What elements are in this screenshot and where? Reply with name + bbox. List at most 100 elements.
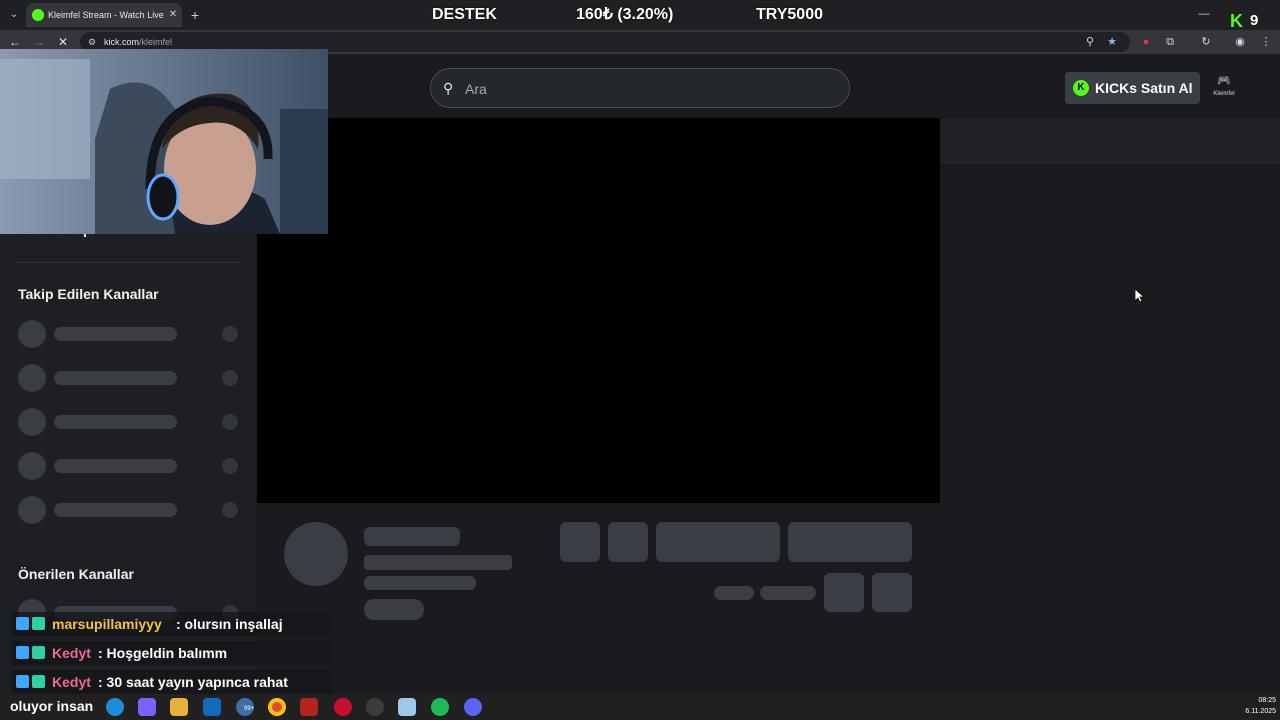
user-profile-button[interactable]: 🎮 Kleimfel xyxy=(1206,72,1242,104)
channel-skeleton-row xyxy=(18,451,240,481)
viewer-count-skeleton xyxy=(714,586,754,600)
profile-username: Kleimfel xyxy=(1213,91,1235,97)
buy-kicks-label: KICKs Satın Al xyxy=(1095,80,1193,96)
donation-goal: TRY5000 xyxy=(756,6,823,23)
url-path: /kleimfel xyxy=(139,37,173,47)
url-host: kick.com xyxy=(104,37,140,47)
skeleton-name xyxy=(54,371,177,385)
chat-message: marsupillamiyyy : olursın inşallaj xyxy=(12,612,332,636)
browser-tab[interactable]: Kleimfel Stream - Watch Live o ✕ xyxy=(26,3,182,27)
browser-tab-bar: ⌄ Kleimfel Stream - Watch Live o ✕ + DES… xyxy=(0,0,1280,30)
obs-app-icon[interactable] xyxy=(300,698,318,716)
extension-shield-icon[interactable]: ● xyxy=(1138,34,1154,50)
skeleton-avatar xyxy=(18,408,46,436)
url-text: kick.com/kleimfel xyxy=(104,35,304,49)
discord-icon[interactable] xyxy=(464,698,482,716)
site-info-icon[interactable]: ⚙ xyxy=(88,36,98,48)
video-player[interactable] xyxy=(257,118,940,503)
buy-kicks-button[interactable]: K KICKs Satın Al xyxy=(1065,72,1200,104)
channel-skeleton-row xyxy=(18,363,240,393)
skeleton-avatar xyxy=(18,496,46,524)
channel-skeleton-row xyxy=(18,319,240,349)
search-icon: ⚲ xyxy=(443,80,454,96)
zoom-icon[interactable]: ⚲ xyxy=(1082,34,1098,50)
chat-message: Kedyt : 30 saat yayın yapınca rahat xyxy=(12,670,332,694)
game-launcher-icon[interactable] xyxy=(334,698,352,716)
search-placeholder: Ara xyxy=(465,81,487,97)
chat-panel-header xyxy=(940,118,1280,164)
mail-badge: 99+ xyxy=(244,706,255,712)
chat-text: : Hoşgeldin balımm xyxy=(98,645,228,661)
skeleton-status xyxy=(222,458,238,474)
mouse-cursor-icon xyxy=(1135,289,1145,303)
spotify-icon[interactable] xyxy=(431,698,449,716)
streamer-name-skeleton xyxy=(364,527,460,546)
chat-username: Kedyt xyxy=(52,645,91,661)
chat-overlay-fragment: oluyor insan xyxy=(10,698,94,714)
chat-username: marsupillamiyyy xyxy=(52,616,162,632)
file-explorer-icon[interactable] xyxy=(170,698,188,716)
skeleton-name xyxy=(54,459,177,473)
clock-date: 6.11.2025 xyxy=(1245,708,1276,715)
skeleton-status xyxy=(222,370,238,386)
sidebar-divider xyxy=(14,262,242,263)
chat-badges xyxy=(16,645,48,661)
tab-title: Kleimfel Stream - Watch Live o xyxy=(48,10,164,20)
stream-donation-overlay: DESTEK 160₺ (3.20%) TRY5000 xyxy=(430,4,830,26)
kick-favicon-icon xyxy=(32,9,44,21)
extensions-puzzle-icon[interactable]: ⧉ xyxy=(1162,34,1178,50)
skeleton-name xyxy=(54,327,177,341)
subscribe-button-skeleton xyxy=(788,522,912,562)
donation-amount: 160₺ (3.20%) xyxy=(576,6,674,23)
uptime-skeleton xyxy=(760,586,816,600)
copilot-icon[interactable] xyxy=(138,698,156,716)
stream-tag-skeleton xyxy=(364,599,424,620)
stream-category-skeleton xyxy=(364,576,476,590)
kick-badge-count: 9 xyxy=(1250,12,1259,29)
chat-badges xyxy=(16,616,48,632)
bookmark-star-icon[interactable]: ★ xyxy=(1104,34,1120,50)
clock-time: 08:25 xyxy=(1258,697,1276,704)
share-button-skeleton xyxy=(824,573,864,612)
donation-label: DESTEK xyxy=(432,6,497,23)
search-input[interactable]: ⚲ Ara xyxy=(430,68,850,108)
gamepad-avatar-icon: 🎮 xyxy=(1217,75,1231,87)
recommended-channels-title: Önerilen Kanallar xyxy=(18,566,134,582)
og-badge-icon xyxy=(32,617,45,630)
notes-app-icon[interactable] xyxy=(398,698,416,716)
skeleton-name xyxy=(54,415,177,429)
new-tab-button[interactable]: + xyxy=(186,6,204,24)
recorder-icon[interactable] xyxy=(366,698,384,716)
edge-icon[interactable] xyxy=(106,698,124,716)
action-button-skeleton xyxy=(608,522,648,562)
kick-viewer-badge: K 9 xyxy=(1226,10,1276,32)
tab-search-dropdown-icon[interactable]: ⌄ xyxy=(4,6,24,24)
browser-menu-icon[interactable]: ⋮ xyxy=(1258,34,1274,50)
chrome-icon[interactable] xyxy=(268,698,286,716)
mail-icon[interactable]: 99+ xyxy=(236,698,254,716)
outlook-icon[interactable] xyxy=(203,698,221,716)
skeleton-status xyxy=(222,326,238,342)
channel-skeleton-row xyxy=(18,407,240,437)
followed-channels-title: Takip Edilen Kanallar xyxy=(18,286,159,302)
channel-skeleton-row xyxy=(18,495,240,525)
profile-avatar-icon[interactable]: ◉ xyxy=(1232,34,1248,50)
skeleton-avatar xyxy=(18,364,46,392)
webcam-overlay xyxy=(0,49,328,234)
chat-badges xyxy=(16,674,48,690)
kick-coin-icon: K xyxy=(1073,80,1089,96)
subscriber-badge-icon xyxy=(16,675,29,688)
chat-text: : olursın inşallaj xyxy=(176,616,283,632)
streamer-avatar-skeleton xyxy=(284,522,348,586)
skeleton-name xyxy=(54,503,177,517)
og-badge-icon xyxy=(32,675,45,688)
subscriber-badge-icon xyxy=(16,617,29,630)
window-minimize-button[interactable]: — xyxy=(1194,4,1214,24)
more-button-skeleton xyxy=(872,573,912,612)
history-icon[interactable]: ↻ xyxy=(1198,34,1214,50)
system-clock[interactable]: 08:25 6.11.2025 xyxy=(1232,695,1276,719)
action-button-skeleton xyxy=(560,522,600,562)
tab-close-icon[interactable]: ✕ xyxy=(166,7,180,23)
og-badge-icon xyxy=(32,646,45,659)
chat-text: : 30 saat yayın yapınca rahat xyxy=(98,674,288,690)
